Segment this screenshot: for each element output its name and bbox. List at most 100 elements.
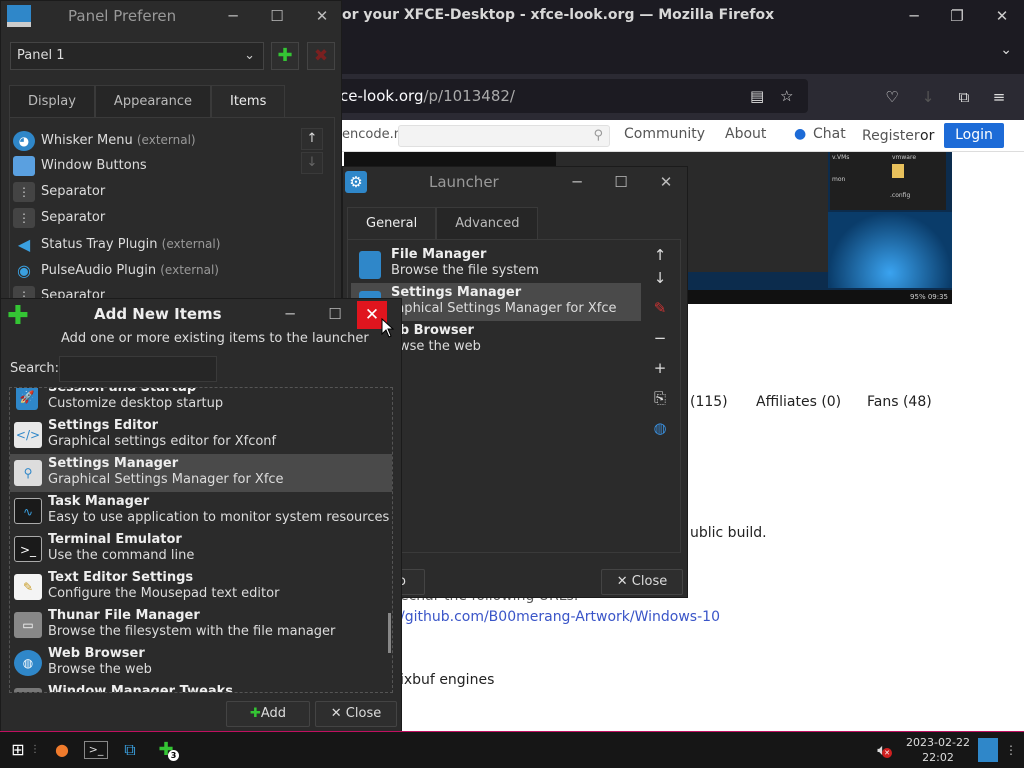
panel-item[interactable]: ◀ Status Tray Plugin (external): [13, 232, 221, 256]
file-manager-icon[interactable]: [978, 738, 998, 762]
folder-icon: [892, 164, 904, 178]
opencode-link[interactable]: encode.n: [342, 127, 402, 142]
list-item[interactable]: 🚀 Session and Startup Customize desktop …: [10, 388, 392, 416]
launcher-item-name: File Manager: [391, 247, 487, 262]
url-bar[interactable]: ce-look.org/p/1013482/ ▤ ☆: [330, 79, 808, 113]
panel-item-label: Status Tray Plugin: [41, 237, 158, 252]
settings-editor-icon: </>: [14, 422, 42, 448]
wm-tweaks-icon: [14, 688, 42, 692]
site-search-input[interactable]: ⚲: [398, 125, 610, 147]
tab-items[interactable]: Items: [210, 85, 286, 117]
panel-item[interactable]: ◕ Whisker Menu (external): [13, 128, 196, 152]
add-button-label: Add: [260, 706, 287, 721]
chat-link[interactable]: Chat: [813, 126, 846, 142]
screenshot-config-label: .config: [890, 192, 911, 199]
maximize-icon[interactable]: ☐: [266, 5, 288, 27]
settings-manager-icon[interactable]: ⧉: [118, 738, 142, 762]
list-item[interactable]: </> Settings Editor Graphical settings e…: [10, 416, 392, 454]
minimize-icon[interactable]: ─: [566, 171, 588, 193]
register-link[interactable]: Register: [862, 128, 920, 144]
panel-item[interactable]: ⋮ Separator: [13, 180, 105, 204]
clock[interactable]: 2023-02-22 22:02: [902, 735, 974, 765]
community-link[interactable]: Community: [624, 126, 705, 142]
items-list: 🚀 Session and Startup Customize desktop …: [9, 387, 393, 693]
about-link[interactable]: About: [725, 126, 766, 142]
minimize-icon[interactable]: ─: [904, 6, 924, 26]
whisker-icon: ◕: [13, 130, 35, 151]
login-button[interactable]: Login: [944, 123, 1004, 148]
remove-panel-button[interactable]: ✖: [307, 42, 335, 70]
panel-item[interactable]: Window Buttons: [13, 154, 147, 178]
bookmark-star-icon[interactable]: ☆: [780, 79, 793, 113]
pocket-icon[interactable]: ♡: [883, 88, 901, 106]
panel-item[interactable]: ⋮ Separator: [13, 284, 105, 298]
remove-item-icon[interactable]: −: [648, 327, 672, 349]
list-all-tabs-icon[interactable]: ⌄: [1000, 42, 1012, 58]
search-label: Search:: [10, 361, 60, 376]
list-item-name: Text Editor Settings: [48, 570, 194, 585]
panel-select[interactable]: Panel 1 ⌄: [10, 42, 264, 70]
tab-advanced[interactable]: Advanced: [436, 207, 539, 239]
list-item-desc: Customize desktop startup: [48, 396, 224, 411]
list-item-desc: Use the command line: [48, 548, 195, 563]
list-item-name: Task Manager: [48, 494, 150, 509]
maximize-icon[interactable]: ☐: [610, 171, 632, 193]
panel-item-label: Window Buttons: [41, 158, 147, 173]
tab-general[interactable]: General: [347, 207, 437, 239]
tab-count[interactable]: (115): [690, 394, 728, 410]
fans-tab[interactable]: Fans (48): [867, 394, 932, 410]
panel-item-label: Separator: [41, 184, 106, 199]
panel-item[interactable]: ◉ PulseAudio Plugin (external): [13, 258, 219, 282]
downloads-icon[interactable]: ↓: [919, 88, 937, 106]
move-up-button[interactable]: ↑: [301, 128, 323, 150]
close-icon[interactable]: ✕: [992, 6, 1012, 26]
list-item[interactable]: ∿ Task Manager Easy to use application t…: [10, 492, 392, 530]
panel-preferences-logo-icon: [7, 5, 31, 27]
new-item-icon[interactable]: ⎘: [648, 387, 672, 409]
list-item[interactable]: ◍ Web Browser Browse the web: [10, 644, 392, 682]
launcher-titlebar[interactable]: ⚙ Launcher ─ ☐ ✕: [343, 167, 687, 197]
firefox-icon[interactable]: ●: [50, 738, 74, 762]
list-item[interactable]: ✎ Text Editor Settings Configure the Mou…: [10, 568, 392, 606]
list-scrollbar[interactable]: [388, 613, 391, 653]
add-new-items-titlebar[interactable]: ✚ Add New Items ─ ☐ ✕: [1, 299, 401, 329]
or-text: or: [920, 128, 935, 144]
tab-appearance[interactable]: Appearance: [94, 85, 211, 117]
panel-preferences-titlebar[interactable]: Panel Preferen ─ ☐ ✕: [1, 1, 341, 31]
maximize-icon[interactable]: ☐: [324, 303, 346, 325]
add-item-icon[interactable]: +: [648, 357, 672, 379]
reader-view-icon[interactable]: ▤: [750, 79, 764, 113]
panel-item-label: Separator: [41, 288, 106, 298]
restore-icon[interactable]: ❐: [947, 6, 967, 26]
tab-display[interactable]: Display: [9, 85, 95, 117]
edit-item-icon[interactable]: ✎: [648, 297, 672, 319]
panel-item[interactable]: ⋮ Separator: [13, 206, 105, 230]
move-up-icon[interactable]: ↑: [648, 244, 672, 266]
add-button[interactable]: ✚Add: [226, 701, 310, 727]
launcher-close-button[interactable]: ✕ Close: [601, 569, 683, 595]
minimize-icon[interactable]: ─: [279, 303, 301, 325]
move-down-button[interactable]: ↓: [301, 152, 323, 174]
terminal-icon[interactable]: >_: [84, 741, 108, 759]
list-item[interactable]: >_ Terminal Emulator Use the command lin…: [10, 530, 392, 568]
close-icon[interactable]: ✕: [311, 5, 333, 27]
affiliates-tab[interactable]: Affiliates (0): [756, 394, 841, 410]
close-button[interactable]: ✕ Close: [315, 701, 397, 727]
list-item[interactable]: ⚲ Settings Manager Graphical Settings Ma…: [10, 454, 392, 492]
windows-start-icon[interactable]: ⊞: [6, 738, 30, 762]
web-browser-icon[interactable]: ◍: [648, 417, 672, 439]
extensions-icon[interactable]: ⧉: [955, 88, 973, 106]
add-items-icon[interactable]: ✚ 3: [154, 738, 179, 762]
minimize-icon[interactable]: ─: [222, 5, 244, 27]
search-input[interactable]: [59, 356, 217, 382]
close-icon[interactable]: ✕: [655, 171, 677, 193]
terminal-icon: >_: [14, 536, 42, 562]
launcher-item[interactable]: File Manager Browse the file system: [351, 245, 641, 283]
volume-muted-icon[interactable]: 🔈︎✕: [870, 738, 894, 762]
list-item[interactable]: Window Manager Tweaks: [10, 682, 392, 692]
menu-icon[interactable]: ≡: [990, 88, 1008, 106]
move-down-icon[interactable]: ↓: [648, 267, 672, 289]
list-item[interactable]: ▭ Thunar File Manager Browse the filesys…: [10, 606, 392, 644]
add-panel-button[interactable]: ✚: [271, 42, 299, 70]
github-link[interactable]: /github.com/B00merang-Artwork/Windows-10: [400, 609, 720, 625]
